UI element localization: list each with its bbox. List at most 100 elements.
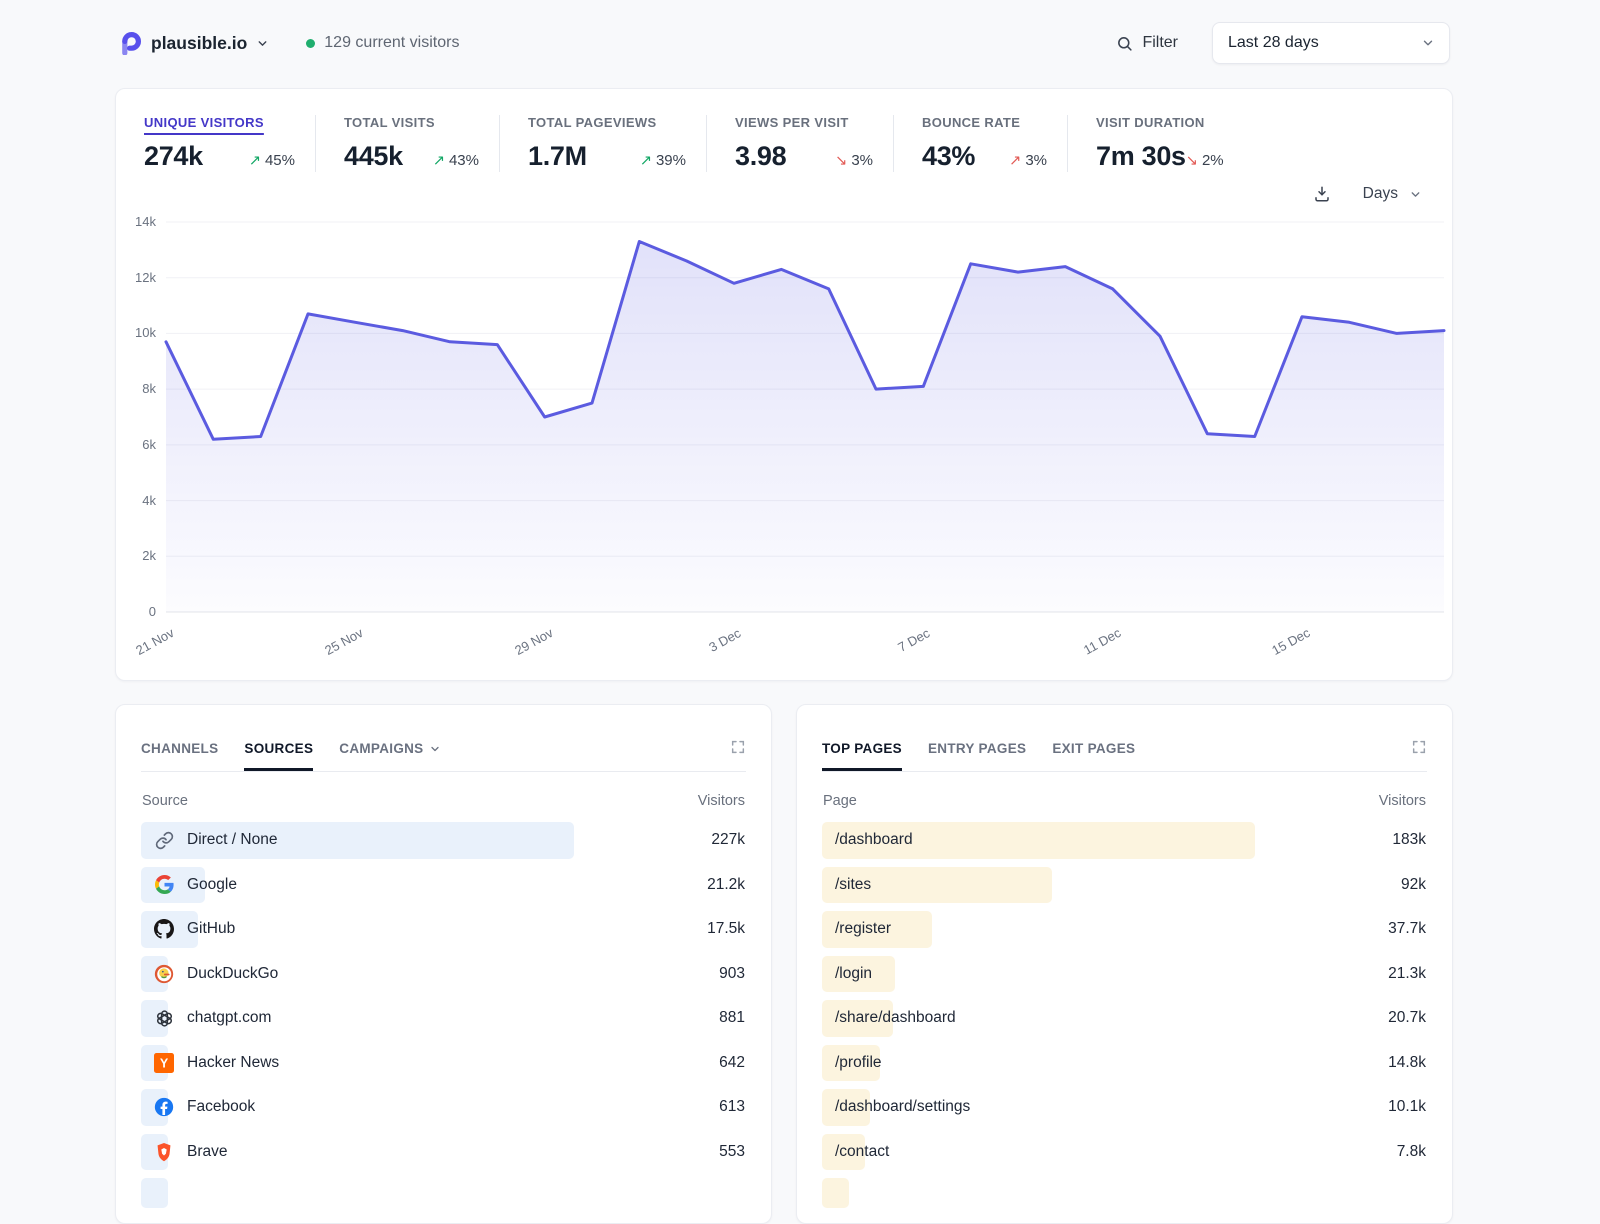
stat-delta-value: 43% <box>449 152 479 169</box>
tab-sources[interactable]: SOURCES <box>244 735 313 771</box>
plausible-logo-icon <box>118 31 142 55</box>
table-row[interactable]: /register 37.7k <box>822 907 1427 952</box>
pages-panel: TOP PAGES ENTRY PAGES EXIT PAGES PageVisito… <box>796 704 1453 1224</box>
column-header-right: Visitors <box>1379 793 1426 809</box>
row-label: /dashboard <box>835 831 913 849</box>
y-axis-tick-label: 12k <box>118 270 156 285</box>
expand-icon[interactable] <box>1411 735 1427 760</box>
row-label: chatgpt.com <box>187 1009 271 1027</box>
tab-label: EXIT PAGES <box>1052 741 1135 756</box>
stat-delta: ↘2% <box>1186 152 1224 169</box>
row-value: 7.8k <box>1397 1143 1427 1161</box>
table-row[interactable]: DuckDuckGo903 <box>141 952 746 997</box>
stat-label: TOTAL PAGEVIEWS <box>528 115 686 130</box>
row-content: /dashboard/settings <box>822 1098 970 1116</box>
stat-label: VIEWS PER VISIT <box>735 115 873 130</box>
table-row[interactable]: chatgpt.com881 <box>141 996 746 1041</box>
table-row[interactable]: /share/dashboard20.7k <box>822 996 1427 1041</box>
table-row[interactable]: /login21.3k <box>822 952 1427 997</box>
stat-value: 274k <box>144 141 203 172</box>
table-row[interactable]: GitHub17.5k <box>141 907 746 952</box>
trend-down-arrow-icon: ↘ <box>835 153 847 169</box>
live-dot-icon <box>306 39 315 48</box>
row-label: /contact <box>835 1143 889 1161</box>
row-label: Direct / None <box>187 831 277 849</box>
row-value: 642 <box>719 1054 746 1072</box>
chevron-down-icon <box>429 743 441 755</box>
table-row[interactable]: /sites92k <box>822 863 1427 908</box>
x-axis-tick-label: 3 Dec <box>706 625 743 655</box>
row-content: Facebook <box>141 1097 255 1117</box>
stats-row: UNIQUE VISITORS274k↗45%TOTAL VISITS445k↗… <box>144 115 1452 172</box>
table-row[interactable]: Direct / None227k <box>141 818 746 863</box>
table-row[interactable]: /dashboard/settings 10.1k <box>822 1085 1427 1130</box>
stat-value: 7m 30s <box>1096 141 1186 172</box>
row-value: 20.7k <box>1388 1009 1427 1027</box>
table-row[interactable]: /dashboard183k <box>822 818 1427 863</box>
table-row[interactable]: Google21.2k <box>141 863 746 908</box>
panel-tabs: TOP PAGES ENTRY PAGES EXIT PAGES <box>822 735 1427 772</box>
search-icon <box>1116 35 1133 52</box>
panel-rows: Direct / None227kGoogle21.2kGitHub17.5kD… <box>141 818 746 1194</box>
table-row[interactable]: Brave553 <box>141 1130 746 1175</box>
stat-total-pageviews[interactable]: TOTAL PAGEVIEWS 1.7M↗39% <box>499 115 706 172</box>
expand-icon[interactable] <box>730 735 746 760</box>
row-content: /register <box>822 920 891 938</box>
table-row[interactable]: YHacker News 642 <box>141 1041 746 1086</box>
table-row[interactable]: Facebook613 <box>141 1085 746 1130</box>
stat-label: TOTAL VISITS <box>344 115 479 130</box>
site-name[interactable]: plausible.io <box>151 33 247 54</box>
tab-channels[interactable]: CHANNELS <box>141 735 218 771</box>
stat-views-per-visit[interactable]: VIEWS PER VISIT3.98↘3% <box>706 115 893 172</box>
stat-label: UNIQUE VISITORS <box>144 115 295 130</box>
stat-visit-duration[interactable]: VISIT DURATION7m 30s↘2% <box>1067 115 1244 172</box>
chart-interval-control[interactable]: Days <box>1313 185 1422 203</box>
stat-value-row: 445k ↗43% <box>344 141 479 172</box>
date-range-picker[interactable]: Last 28 days <box>1212 22 1450 64</box>
tab-exit-pages[interactable]: EXIT PAGES <box>1052 735 1135 771</box>
y-axis-tick-label: 2k <box>118 548 156 563</box>
row-value: 92k <box>1401 876 1427 894</box>
table-row[interactable]: /profile14.8k <box>822 1041 1427 1086</box>
stat-delta-value: 45% <box>265 152 295 169</box>
stat-value: 445k <box>344 141 403 172</box>
tab-campaigns[interactable]: CAMPAIGNS <box>339 735 441 771</box>
svg-text:Y: Y <box>160 1056 169 1070</box>
filter-button[interactable]: Filter <box>1116 34 1178 52</box>
chart-svg[interactable] <box>166 222 1444 612</box>
stat-delta: ↗43% <box>433 152 479 169</box>
duckduckgo-icon <box>154 964 174 984</box>
chart-area-fill <box>166 242 1444 613</box>
y-axis-tick-label: 6k <box>118 437 156 452</box>
row-value: 10.1k <box>1388 1098 1427 1116</box>
row-label: /profile <box>835 1054 882 1072</box>
row-label: DuckDuckGo <box>187 965 278 983</box>
row-content: /profile <box>822 1054 882 1072</box>
row-value: 37.7k <box>1388 920 1427 938</box>
stat-delta: ↗3% <box>1009 152 1047 169</box>
column-headers: SourceVisitors <box>142 793 745 809</box>
tab-label: CAMPAIGNS <box>339 741 423 756</box>
row-label: /login <box>835 965 872 983</box>
download-icon[interactable] <box>1313 185 1331 203</box>
row-content: Brave <box>141 1142 228 1162</box>
tab-entry-pages[interactable]: ENTRY PAGES <box>928 735 1026 771</box>
table-row[interactable]: /contact 7.8k <box>822 1130 1427 1175</box>
stat-value-row: 7m 30s↘2% <box>1096 141 1224 172</box>
tab-top-pages[interactable]: TOP PAGES <box>822 735 902 771</box>
stat-total-visits[interactable]: TOTAL VISITS 445k ↗43% <box>315 115 499 172</box>
column-headers: PageVisitors <box>823 793 1426 809</box>
visitors-area-chart[interactable]: 02k4k6k8k10k12k14k21 Nov25 Nov29 Nov3 De… <box>166 222 1444 612</box>
tab-label: SOURCES <box>244 741 313 756</box>
stat-bounce-rate[interactable]: BOUNCE RATE43%↗3% <box>893 115 1067 172</box>
tab-label: ENTRY PAGES <box>928 741 1026 756</box>
current-visitors[interactable]: 129 current visitors <box>306 34 459 52</box>
site-switcher-chevron-icon[interactable] <box>256 37 269 50</box>
stat-value-row: 1.7M↗39% <box>528 141 686 172</box>
row-content: YHacker News <box>141 1053 279 1073</box>
stat-unique-visitors[interactable]: UNIQUE VISITORS274k↗45% <box>144 115 315 172</box>
row-bar <box>822 1178 849 1208</box>
stat-value: 43% <box>922 141 975 172</box>
row-content: /contact <box>822 1143 889 1161</box>
chevron-down-icon <box>1421 36 1435 50</box>
